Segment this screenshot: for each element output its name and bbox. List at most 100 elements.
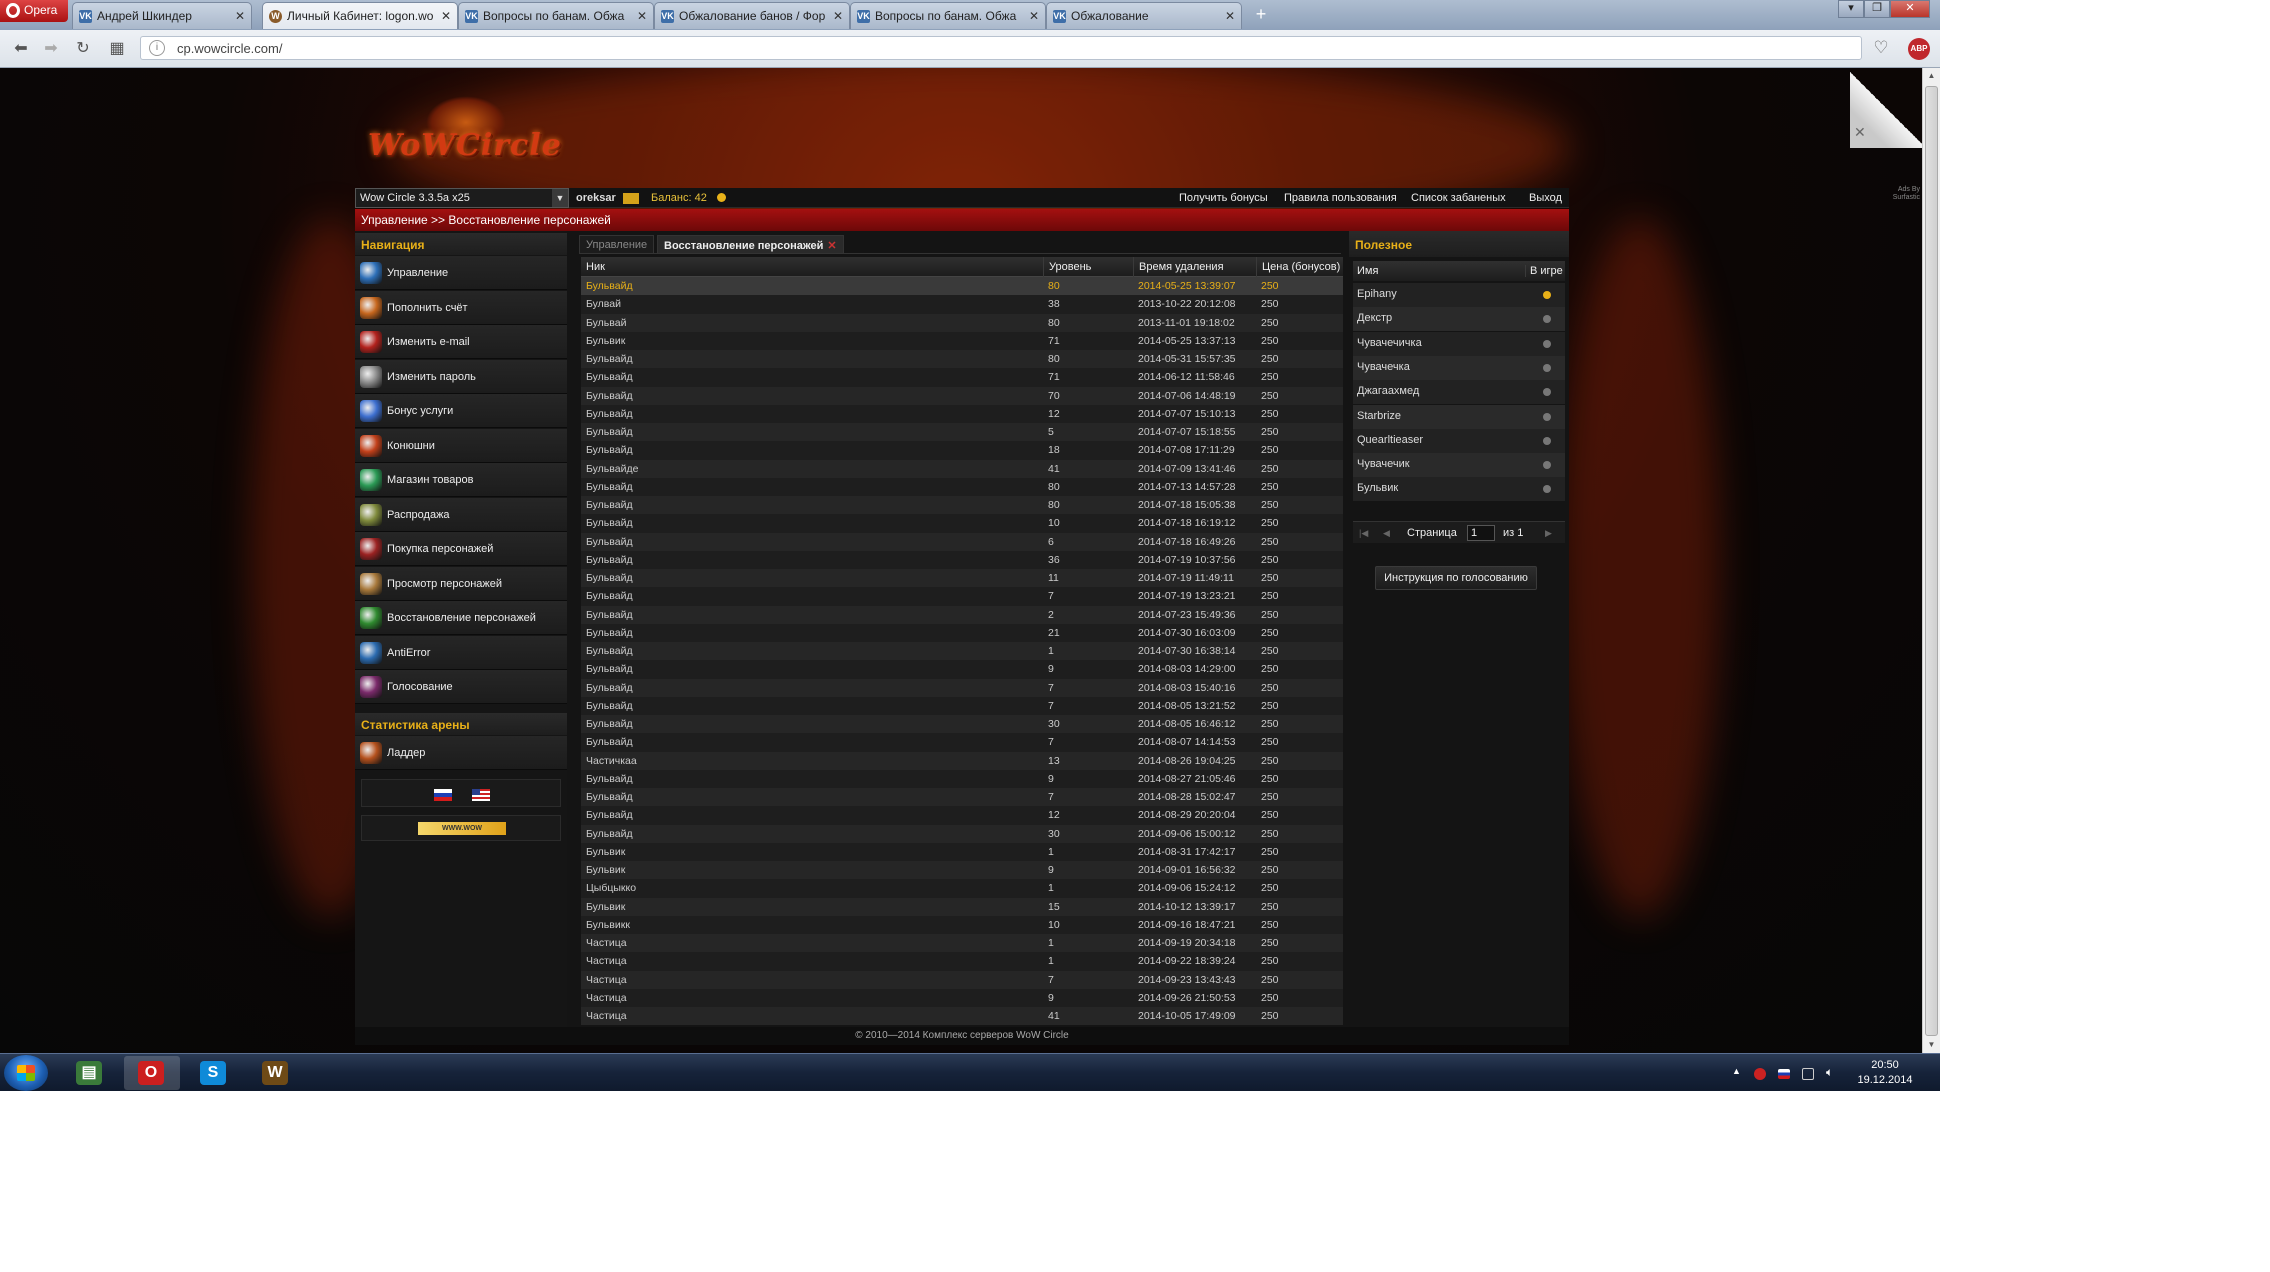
character-row[interactable]: Starbrize [1353, 404, 1565, 429]
character-row[interactable]: Quearltieaser [1353, 428, 1565, 453]
first-page-icon[interactable]: |◀ [1359, 528, 1368, 539]
english-flag-icon[interactable] [472, 789, 490, 801]
page-scrollbar[interactable]: ▲ ▼ [1922, 68, 1940, 1053]
column-header-nick[interactable]: Ник [581, 257, 1043, 277]
sidebar-item-antierror[interactable]: AntiError [355, 635, 567, 670]
table-row[interactable]: Бульвайд 9 2014-08-03 14:29:00 250 [581, 660, 1343, 679]
maximize-icon[interactable]: ❐ [1864, 0, 1890, 18]
sidebar-item-bonus[interactable]: Бонус услуги [355, 394, 567, 428]
sidebar-item-deposit[interactable]: Пополнить счёт [355, 290, 567, 325]
realm-select[interactable]: Wow Circle 3.3.5a x25 ▼ [355, 188, 569, 208]
table-row[interactable]: Частица 9 2014-09-26 21:50:53 250 [581, 988, 1343, 1007]
scroll-down-icon[interactable]: ▼ [1923, 1037, 1940, 1053]
character-row[interactable]: Джагаахмед [1353, 380, 1565, 405]
table-row[interactable]: Частица 41 2014-10-05 17:49:09 250 [581, 1007, 1343, 1026]
volume-tray-icon[interactable]: 🔈︎ [1826, 1065, 1838, 1079]
language-tray-icon[interactable] [1778, 1069, 1790, 1079]
sidebar-item-ladder[interactable]: Ладдер [355, 736, 567, 770]
start-button[interactable] [4, 1055, 48, 1091]
site-logo[interactable]: WoWCircle [360, 96, 561, 176]
table-row[interactable]: Бульвик 1 2014-08-31 17:42:17 250 [581, 842, 1343, 861]
browser-tab[interactable]: VK Вопросы по банам. Обжа ✕ [458, 2, 654, 29]
get-bonuses-link[interactable]: Получить бонусы [1179, 192, 1268, 204]
table-row[interactable]: Бульвайд 1 2014-07-30 16:38:14 250 [581, 642, 1343, 661]
table-row[interactable]: Бульвай 80 2013-11-01 19:18:02 250 [581, 313, 1343, 332]
tab-restore-characters[interactable]: Восстановление персонажей ✕ [657, 235, 844, 253]
minimize-icon[interactable]: ▾ [1838, 0, 1864, 18]
sidebar-item-restore-character[interactable]: Восстановление персонажей [355, 601, 567, 635]
table-row[interactable]: Бульвикк 10 2014-09-16 18:47:21 250 [581, 915, 1343, 934]
forward-icon[interactable]: ➡ [40, 38, 62, 60]
close-tab-icon[interactable]: ✕ [827, 240, 836, 252]
terms-link[interactable]: Правила пользования [1284, 192, 1397, 204]
column-header-ingame[interactable]: В игре [1525, 265, 1563, 277]
table-row[interactable]: Частица 7 2014-09-23 13:43:43 250 [581, 970, 1343, 989]
reload-icon[interactable]: ↻ [72, 38, 94, 60]
page-peel-ad[interactable]: ✕ [1850, 68, 1922, 148]
table-row[interactable]: Бульвайде 41 2014-07-09 13:41:46 250 [581, 459, 1343, 478]
character-row[interactable]: Чувачечичка [1353, 331, 1565, 356]
sidebar-item-buy-character[interactable]: Покупка персонажей [355, 532, 567, 566]
site-info-icon[interactable]: i [149, 40, 165, 56]
close-icon[interactable]: ✕ [1854, 124, 1866, 141]
taskbar-app-skype[interactable]: S [186, 1056, 242, 1090]
browser-tab[interactable]: VK Вопросы по банам. Обжа ✕ [850, 2, 1046, 29]
table-row[interactable]: Бульвик 71 2014-05-25 13:37:13 250 [581, 331, 1343, 350]
taskbar-app-opera[interactable]: O [124, 1056, 180, 1090]
table-row[interactable]: Бульвайд 6 2014-07-18 16:49:26 250 [581, 532, 1343, 551]
close-tab-icon[interactable]: ✕ [235, 9, 245, 23]
table-row[interactable]: Бульвайд 30 2014-09-06 15:00:12 250 [581, 824, 1343, 843]
table-row[interactable]: Бульвайд 11 2014-07-19 11:49:11 250 [581, 569, 1343, 588]
system-clock[interactable]: 20:50 19.12.2014 [1850, 1058, 1920, 1088]
table-row[interactable]: Бульвайд 80 2014-07-18 15:05:38 250 [581, 496, 1343, 515]
table-row[interactable]: Бульвайд 12 2014-07-07 15:10:13 250 [581, 404, 1343, 423]
sidebar-item-vote[interactable]: Голосование [355, 670, 567, 704]
browser-tab[interactable]: VK Андрей Шкиндер ✕ [72, 2, 252, 29]
mail-icon[interactable] [623, 193, 639, 204]
sidebar-item-stable[interactable]: Конюшни [355, 428, 567, 463]
back-icon[interactable]: ⬅ [10, 38, 32, 60]
table-row[interactable]: Бульвайд 12 2014-08-29 20:20:04 250 [581, 806, 1343, 825]
table-row[interactable]: Бульвайд 80 2014-05-25 13:39:07 250 [581, 277, 1343, 296]
table-row[interactable]: Бульвайд 36 2014-07-19 10:37:56 250 [581, 550, 1343, 569]
sidebar-item-shop[interactable]: Магазин товаров [355, 463, 567, 497]
next-page-icon[interactable]: ▶ [1545, 528, 1552, 539]
sidebar-item-view-character[interactable]: Просмотр персонажей [355, 566, 567, 601]
character-row[interactable]: Чувачечик [1353, 453, 1565, 478]
table-row[interactable]: Бульвайд 7 2014-08-07 14:14:53 250 [581, 733, 1343, 752]
taskbar-app-explorer[interactable]: ▤ [62, 1056, 118, 1090]
site-banner[interactable]: WWW.WOW [418, 822, 506, 835]
table-row[interactable]: Бульвайд 7 2014-08-28 15:02:47 250 [581, 788, 1343, 807]
table-row[interactable]: Булвай 38 2013-10-22 20:12:08 250 [581, 295, 1343, 314]
network-tray-icon[interactable] [1802, 1068, 1814, 1080]
opera-menu-button[interactable]: Opera [0, 0, 68, 22]
table-row[interactable]: Бульвайд 10 2014-07-18 16:19:12 250 [581, 514, 1343, 533]
banned-list-link[interactable]: Список забаненых [1411, 192, 1506, 204]
table-row[interactable]: Бульвайд 18 2014-07-08 17:11:29 250 [581, 441, 1343, 460]
adblock-icon[interactable]: ABP [1908, 38, 1930, 60]
table-row[interactable]: Частица 1 2014-09-19 20:34:18 250 [581, 934, 1343, 953]
character-row[interactable]: Бульвик [1353, 477, 1565, 502]
close-tab-icon[interactable]: ✕ [441, 9, 451, 23]
table-row[interactable]: Бульвайд 2 2014-07-23 15:49:36 250 [581, 605, 1343, 624]
column-header-price[interactable]: Цена (бонусов) [1256, 257, 1343, 277]
table-row[interactable]: Бульвайд 30 2014-08-05 16:46:12 250 [581, 715, 1343, 734]
table-row[interactable]: Бульвайд 80 2014-05-31 15:57:35 250 [581, 350, 1343, 369]
voting-instruction-button[interactable]: Инструкция по голосованию [1375, 566, 1537, 590]
sidebar-item-password[interactable]: Изменить пароль [355, 359, 567, 394]
logout-link[interactable]: Выход [1529, 192, 1562, 204]
sidebar-item-email[interactable]: Изменить e-mail [355, 325, 567, 359]
table-row[interactable]: Бульвайд 21 2014-07-30 16:03:09 250 [581, 623, 1343, 642]
opera-tray-icon[interactable] [1754, 1068, 1766, 1080]
close-tab-icon[interactable]: ✕ [1225, 9, 1235, 23]
table-row[interactable]: Бульвик 15 2014-10-12 13:39:17 250 [581, 897, 1343, 916]
prev-page-icon[interactable]: ◀ [1383, 528, 1390, 539]
tray-expand-icon[interactable]: ▲ [1732, 1066, 1744, 1078]
character-row[interactable]: Декстр [1353, 307, 1565, 332]
russian-flag-icon[interactable] [434, 789, 452, 801]
table-row[interactable]: Бульвайд 7 2014-07-19 13:23:21 250 [581, 587, 1343, 606]
address-input[interactable]: i cp.wowcircle.com/ [140, 36, 1862, 60]
chevron-down-icon[interactable]: ▼ [552, 189, 568, 207]
table-row[interactable]: Цыбцыкко 1 2014-09-06 15:24:12 250 [581, 879, 1343, 898]
table-row[interactable]: Бульвайд 70 2014-07-06 14:48:19 250 [581, 386, 1343, 405]
